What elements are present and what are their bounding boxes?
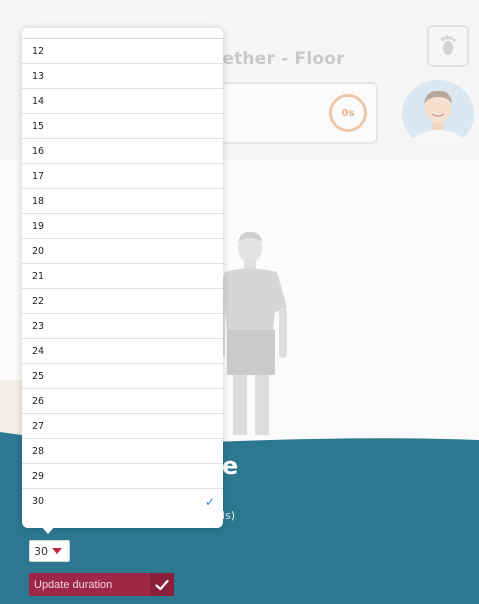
duration-select[interactable]: 30 [29, 540, 70, 562]
option-label: 14 [32, 95, 45, 107]
option-label: 20 [32, 245, 45, 257]
section-heading: e [222, 452, 239, 480]
dropdown-option-20[interactable]: 20 [22, 239, 223, 264]
dropdown-option-16[interactable]: 16 [22, 139, 223, 164]
option-label: 23 [32, 320, 45, 332]
option-label: 16 [32, 145, 45, 157]
option-label: 18 [32, 195, 45, 207]
option-label: 28 [32, 445, 45, 457]
app-screen: gether - Floor 0s e ls) 30 Update durati… [0, 0, 479, 604]
option-label: 26 [32, 395, 45, 407]
dropdown-option-27[interactable]: 27 [22, 414, 223, 439]
duration-select-value: 30 [34, 544, 48, 558]
option-label: 24 [32, 345, 45, 357]
duration-dropdown-list: 12 13 14 15 16 17 18 19 20 21 22 23 24 2… [22, 28, 223, 528]
dropdown-option-13[interactable]: 13 [22, 64, 223, 89]
option-label: 13 [32, 70, 45, 82]
dropdown-option-24[interactable]: 24 [22, 339, 223, 364]
dropdown-option-17[interactable]: 17 [22, 164, 223, 189]
duration-label: ls) [222, 509, 236, 522]
update-duration-label: Update duration [34, 578, 113, 591]
option-label: 30 [32, 496, 45, 507]
dropdown-option-30[interactable]: 30 ✓ [22, 489, 223, 514]
dropdown-option-29[interactable]: 29 [22, 464, 223, 489]
caret-down-icon [52, 548, 62, 554]
dropdown-option-14[interactable]: 14 [22, 89, 223, 114]
option-label: 22 [32, 295, 45, 307]
dropdown-option-21[interactable]: 21 [22, 264, 223, 289]
option-label: 19 [32, 220, 45, 232]
option-label: 25 [32, 370, 45, 382]
dropdown-top-spacer [22, 28, 223, 39]
dropdown-option-23[interactable]: 23 [22, 314, 223, 339]
dropdown-option-19[interactable]: 19 [22, 214, 223, 239]
option-label: 12 [32, 45, 45, 57]
dropdown-option-12[interactable]: 12 [22, 39, 223, 64]
dropdown-option-15[interactable]: 15 [22, 114, 223, 139]
dropdown-option-25[interactable]: 25 [22, 364, 223, 389]
option-label: 15 [32, 120, 45, 132]
option-label: 17 [32, 170, 45, 182]
dropdown-option-22[interactable]: 22 [22, 289, 223, 314]
dropdown-option-18[interactable]: 18 [22, 189, 223, 214]
option-label: 27 [32, 420, 45, 432]
dropdown-option-26[interactable]: 26 [22, 389, 223, 414]
check-icon [150, 573, 174, 596]
selected-check-icon: ✓ [204, 495, 215, 509]
option-label: 21 [32, 270, 45, 282]
dropdown-option-28[interactable]: 28 [22, 439, 223, 464]
dropdown-pointer [41, 526, 55, 534]
update-duration-button[interactable]: Update duration [29, 573, 174, 596]
option-label: 29 [32, 470, 45, 482]
